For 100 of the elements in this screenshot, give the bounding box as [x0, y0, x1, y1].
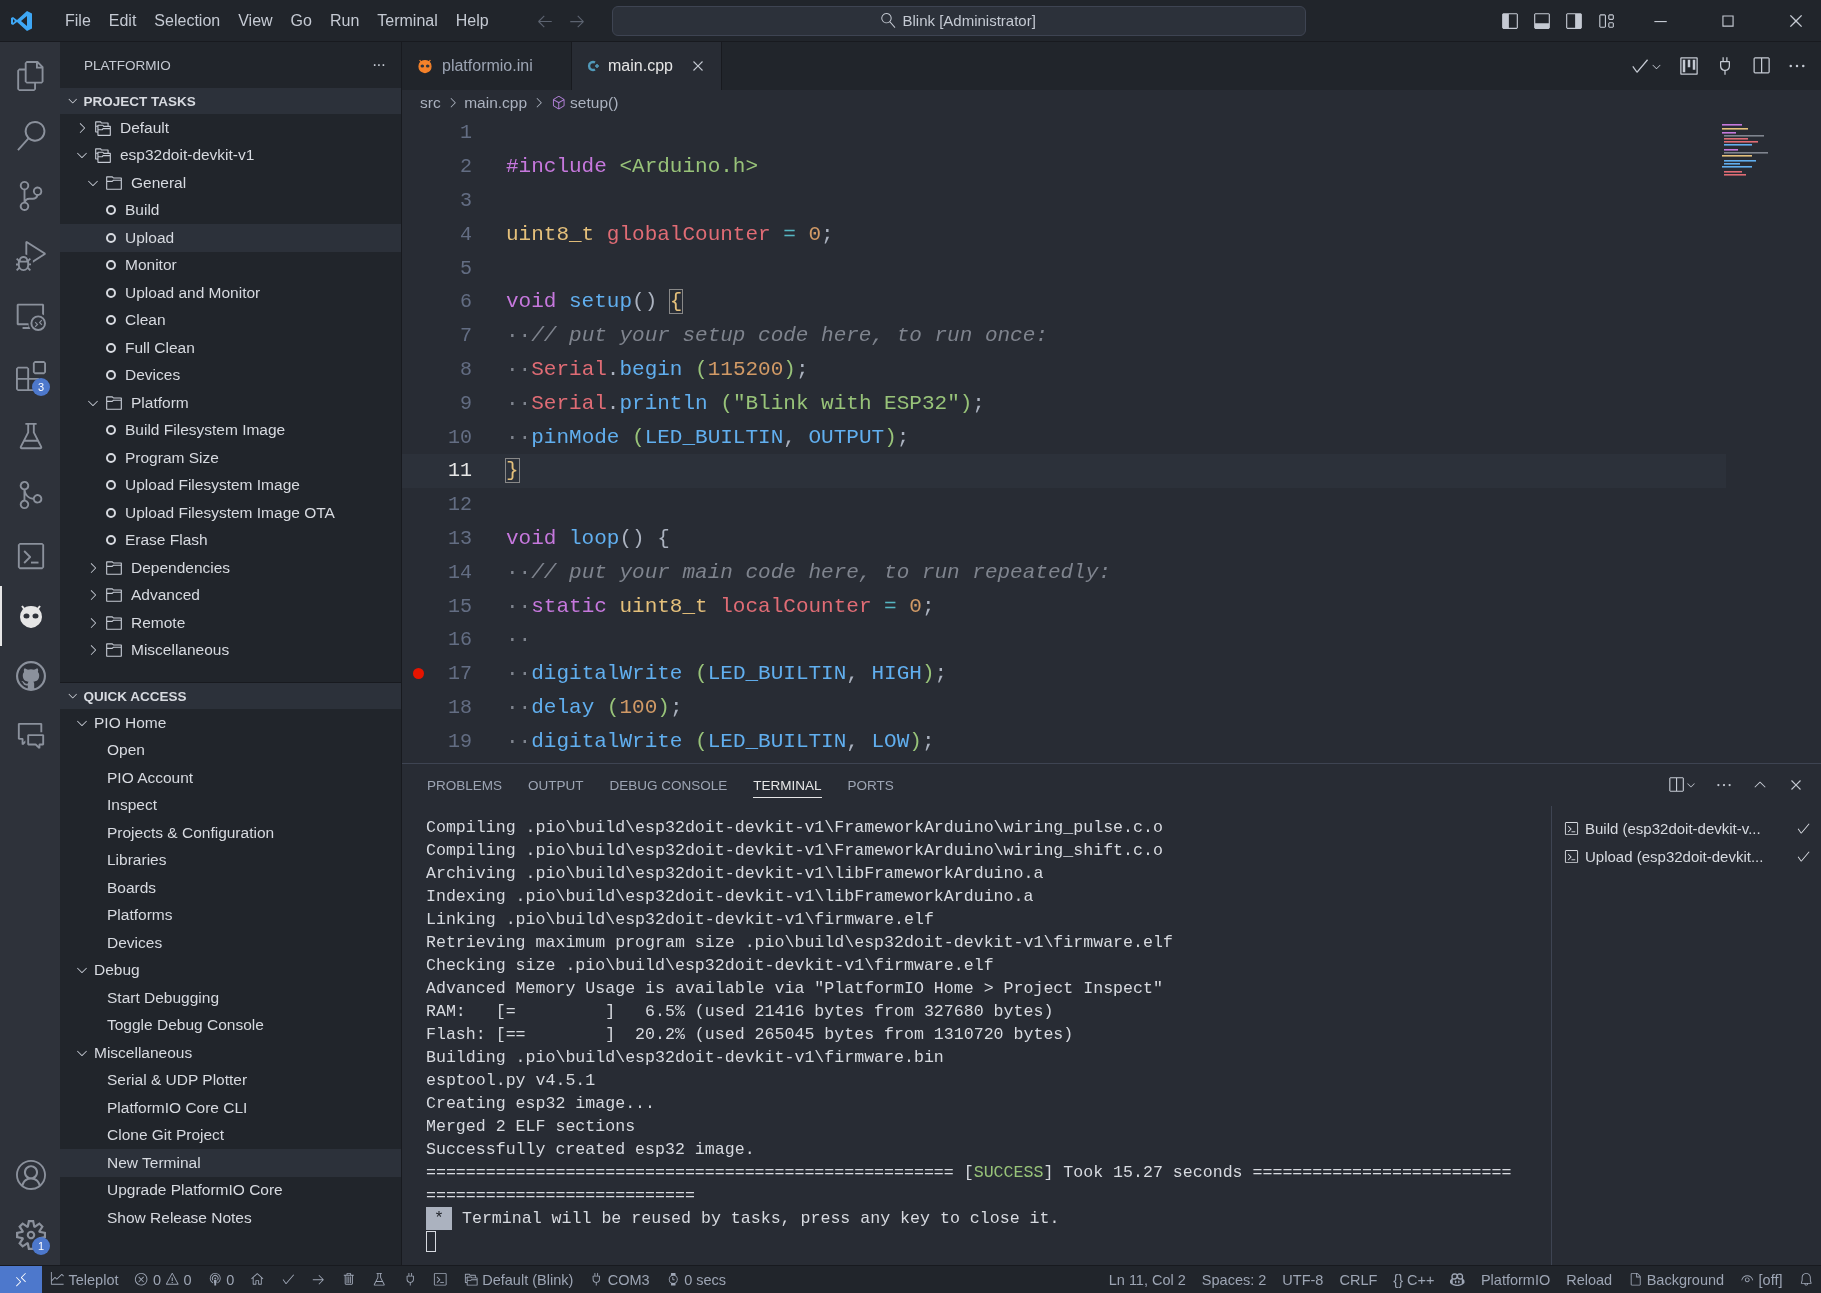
tree-item[interactable]: Toggle Debug Console — [60, 1011, 401, 1039]
panel-tab[interactable]: DEBUG CONSOLE — [609, 772, 728, 798]
tree-item[interactable]: Open — [60, 736, 401, 764]
tree-item[interactable]: Build — [60, 196, 401, 224]
tree-item[interactable]: PIO Account — [60, 764, 401, 792]
port-item[interactable]: COM3 — [581, 1271, 658, 1288]
tree-item[interactable]: Erase Flash — [60, 526, 401, 554]
tree-item[interactable]: General — [60, 169, 401, 197]
activity-item[interactable]: 1 — [0, 1205, 60, 1265]
tree-item[interactable]: Debug — [60, 956, 401, 984]
line-number: 6 — [460, 290, 472, 314]
bell-icon[interactable] — [1798, 1272, 1813, 1287]
panel-tab[interactable]: PORTS — [847, 772, 894, 798]
split-terminal-icon[interactable] — [1667, 776, 1685, 794]
tree-item[interactable]: Inspect — [60, 791, 401, 819]
terminal-session[interactable]: Build (esp32doit-devkit-v... — [1552, 814, 1821, 842]
tree-item[interactable]: Advanced — [60, 581, 401, 609]
tree-item[interactable]: Upgrade PlatformIO Core — [60, 1176, 401, 1204]
tree-item[interactable]: Serial & UDP Plotter — [60, 1066, 401, 1094]
menu-item[interactable]: View — [229, 11, 282, 30]
arrow-right-icon[interactable] — [311, 1272, 326, 1287]
toggle-panel-icon[interactable] — [1533, 11, 1551, 30]
tree-item[interactable]: Upload Filesystem Image — [60, 471, 401, 499]
problems-item[interactable]: 0 0 — [126, 1271, 200, 1288]
remote-button[interactable] — [0, 1265, 42, 1293]
tree-item[interactable]: Miscellaneous — [60, 636, 401, 664]
platformio-item[interactable]: PlatformIO — [1472, 1271, 1559, 1288]
visibility-item[interactable]: [off] — [1732, 1271, 1791, 1288]
menu-item[interactable]: File — [56, 11, 100, 30]
more-actions[interactable]: ··· — [372, 56, 385, 74]
ports-item[interactable]: 0 — [199, 1271, 243, 1288]
tree-item[interactable]: Projects & Configuration — [60, 819, 401, 847]
tree-item[interactable]: Platforms — [60, 901, 401, 929]
terminal-line: Compiling .pio\build\esp32doit-devkit-v1\FrameworkArduino\wiring_pulse.c.o — [426, 817, 1164, 839]
tree-item[interactable]: Upload Filesystem Image OTA — [60, 499, 401, 527]
tree-item[interactable]: Start Debugging — [60, 984, 401, 1012]
panel-tab[interactable]: TERMINAL — [753, 772, 822, 798]
tree-item[interactable]: Clean — [60, 306, 401, 334]
tree-item[interactable]: PIO Home — [60, 709, 401, 737]
section-header[interactable]: PROJECT TASKS — [60, 88, 401, 114]
reload-item[interactable]: Reload — [1558, 1271, 1621, 1288]
code-line: #include <Arduino.h> — [506, 155, 759, 179]
editor-tab[interactable]: main.cpp — [572, 42, 722, 90]
tree-item[interactable]: Remote — [60, 609, 401, 637]
breadcrumb-item[interactable]: setup() — [570, 94, 619, 112]
home-icon[interactable] — [250, 1272, 265, 1287]
tree-item[interactable]: Build Filesystem Image — [60, 416, 401, 444]
teleplot-item[interactable]: Teleplot — [42, 1271, 127, 1288]
tree-item[interactable]: Devices — [60, 361, 401, 389]
menu-item[interactable]: Terminal — [368, 11, 447, 30]
line-ending-item[interactable]: CRLF — [1331, 1271, 1386, 1288]
tree-item[interactable]: Miscellaneous — [60, 1039, 401, 1067]
section-header[interactable]: QUICK ACCESS — [60, 683, 401, 709]
menu-item[interactable]: Selection — [145, 11, 230, 30]
menu-item[interactable]: Run — [320, 11, 369, 30]
breadcrumb-item[interactable]: main.cpp — [464, 94, 528, 112]
tree-item[interactable]: esp32doit-devkit-v1 — [60, 141, 401, 169]
menu-item[interactable]: Help — [446, 11, 498, 30]
tree-item[interactable]: Libraries — [60, 846, 401, 874]
breadcrumb-item[interactable]: src — [420, 94, 441, 112]
toggle-secondary-sidebar-icon[interactable] — [1565, 11, 1583, 30]
terminal-icon[interactable] — [433, 1272, 448, 1287]
copilot-icon[interactable] — [1450, 1272, 1465, 1287]
run-debug-icon — [16, 241, 46, 271]
tree-item[interactable]: Boards — [60, 874, 401, 902]
tree-item[interactable]: Show Release Notes — [60, 1204, 401, 1232]
bar-chart-icon[interactable] — [1679, 56, 1699, 76]
background-item[interactable]: Background — [1620, 1271, 1733, 1288]
tree-item[interactable]: Devices — [60, 929, 401, 957]
terminal-line: Building .pio\build\esp32doit-devkit-v1\firmware.bin — [426, 1047, 945, 1069]
tree-item[interactable]: Monitor — [60, 251, 401, 279]
check-icon[interactable] — [280, 1272, 296, 1287]
tree-item[interactable]: PlatformIO Core CLI — [60, 1094, 401, 1122]
command-search-field[interactable]: Blink [Administrator] — [611, 5, 1306, 36]
encoding-item[interactable]: UTF-8 — [1274, 1271, 1332, 1288]
indentation-item[interactable]: Spaces: 2 — [1193, 1271, 1275, 1288]
tree-item[interactable]: Clone Git Project — [60, 1121, 401, 1149]
timer-item[interactable]: 0 secs — [657, 1271, 735, 1288]
tree-item[interactable]: Upload and Monitor — [60, 279, 401, 307]
trash-icon[interactable] — [341, 1272, 357, 1287]
terminal-session[interactable]: Upload (esp32doit-devkit... — [1552, 842, 1821, 870]
cursor-position[interactable]: Ln 11, Col 2 — [1100, 1271, 1194, 1288]
tree-item[interactable]: Platform — [60, 389, 401, 417]
toggle-sidebar-icon[interactable] — [1501, 11, 1519, 30]
menu-item[interactable]: Edit — [99, 11, 146, 30]
layout-icon[interactable] — [1597, 11, 1615, 30]
tree-item[interactable]: Dependencies — [60, 554, 401, 582]
language-item[interactable]: {} C++ — [1385, 1271, 1443, 1288]
panel-tab[interactable]: PROBLEMS — [427, 772, 503, 798]
tree-item[interactable]: Upload — [60, 224, 401, 252]
menu-item[interactable]: Go — [281, 11, 321, 30]
panel-tab[interactable]: OUTPUT — [528, 772, 584, 798]
tree-item[interactable]: Default — [60, 114, 401, 142]
split-editor-icon[interactable] — [1751, 56, 1771, 76]
environment-item[interactable]: Default (Blink) — [455, 1271, 582, 1288]
flask-icon[interactable] — [372, 1272, 387, 1287]
activity-item[interactable]: 3 — [0, 346, 60, 406]
tree-item[interactable]: Full Clean — [60, 334, 401, 362]
tree-item[interactable]: Program Size — [60, 444, 401, 472]
tree-item[interactable]: New Terminal — [60, 1149, 401, 1177]
